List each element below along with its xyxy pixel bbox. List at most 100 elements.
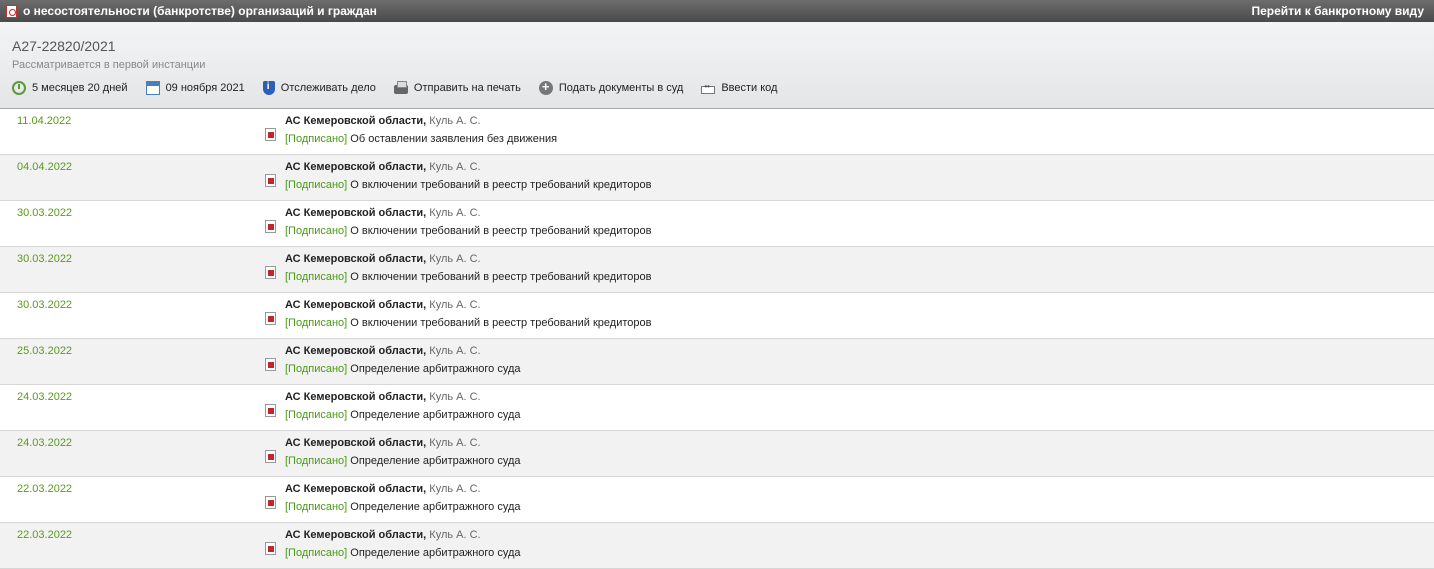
judge-name: Куль А. С.: [426, 529, 481, 541]
document-title: Определение арбитражного суда: [347, 363, 521, 375]
print-button[interactable]: Отправить на печать: [393, 81, 521, 94]
document-title: О включении требований в реестр требован…: [347, 179, 652, 191]
case-type-icon: [6, 4, 17, 18]
document-link[interactable]: [Подписано] Определение арбитражного суд…: [285, 409, 521, 421]
pdf-icon[interactable]: [265, 404, 276, 417]
case-number: А27-22820/2021: [12, 38, 116, 54]
document-date: 04.04.2022: [17, 161, 73, 173]
pdf-icon[interactable]: [265, 220, 276, 233]
document-author: АС Кемеровской области, Куль А. С.: [285, 437, 481, 449]
documents-list: 11.04.2022 АС Кемеровской области, Куль …: [0, 109, 1434, 569]
signed-badge: [Подписано]: [285, 317, 348, 329]
shield-icon: [262, 81, 275, 95]
pdf-icon[interactable]: [265, 542, 276, 555]
document-author: АС Кемеровской области, Куль А. С.: [285, 115, 481, 127]
document-row: 11.04.2022 АС Кемеровской области, Куль …: [0, 109, 1434, 155]
document-author: АС Кемеровской области, Куль А. С.: [285, 391, 481, 403]
document-date: 30.03.2022: [17, 253, 73, 265]
bankruptcy-view-link[interactable]: Перейти к банкротному виду: [1251, 4, 1424, 18]
document-date: 30.03.2022: [17, 299, 73, 311]
pdf-icon[interactable]: [265, 174, 276, 187]
signed-badge: [Подписано]: [285, 271, 348, 283]
signed-badge: [Подписано]: [285, 409, 348, 421]
court-name: АС Кемеровской области,: [285, 345, 427, 357]
document-row: 24.03.2022 АС Кемеровской области, Куль …: [0, 431, 1434, 477]
enter-code-button[interactable]: Ввести код: [701, 82, 777, 94]
document-link[interactable]: [Подписано] Определение арбитражного суд…: [285, 501, 521, 513]
document-link[interactable]: [Подписано] Определение арбитражного суд…: [285, 547, 521, 559]
document-link[interactable]: [Подписано] О включении требований в рее…: [285, 317, 651, 329]
hearing-date-label: 09 ноября 2021: [165, 82, 245, 94]
document-date: 24.03.2022: [17, 391, 73, 403]
pdf-icon[interactable]: [265, 312, 276, 325]
document-link[interactable]: [Подписано] О включении требований в рее…: [285, 225, 651, 237]
document-author: АС Кемеровской области, Куль А. С.: [285, 207, 481, 219]
document-link[interactable]: [Подписано] О включении требований в рее…: [285, 271, 651, 283]
case-toolbar: 5 месяцев 20 дней 09 ноября 2021 Отслежи…: [12, 79, 1434, 95]
print-label: Отправить на печать: [413, 82, 521, 94]
document-date: 11.04.2022: [17, 115, 72, 127]
calendar-icon: [145, 81, 160, 95]
track-case-label: Отслеживать дело: [280, 82, 376, 94]
document-title: Определение арбитражного суда: [347, 547, 521, 559]
enter-code-label: Ввести код: [721, 82, 778, 94]
judge-name: Куль А. С.: [426, 207, 481, 219]
court-name: АС Кемеровской области,: [285, 437, 427, 449]
court-name: АС Кемеровской области,: [285, 391, 427, 403]
court-name: АС Кемеровской области,: [285, 253, 427, 265]
pdf-icon[interactable]: [265, 358, 276, 371]
document-link[interactable]: [Подписано] О включении требований в рее…: [285, 179, 651, 191]
court-name: АС Кемеровской области,: [285, 299, 427, 311]
duration-info: 5 месяцев 20 дней: [12, 81, 128, 95]
signed-badge: [Подписано]: [285, 225, 348, 237]
judge-name: Куль А. С.: [426, 253, 481, 265]
document-row: 30.03.2022 АС Кемеровской области, Куль …: [0, 293, 1434, 339]
document-author: АС Кемеровской области, Куль А. С.: [285, 529, 481, 541]
court-name: АС Кемеровской области,: [285, 483, 427, 495]
judge-name: Куль А. С.: [426, 391, 481, 403]
document-author: АС Кемеровской области, Куль А. С.: [285, 299, 481, 311]
judge-name: Куль А. С.: [426, 345, 481, 357]
document-title: Об оставлении заявления без движения: [347, 133, 558, 145]
document-title: Определение арбитражного суда: [347, 501, 521, 513]
judge-name: Куль А. С.: [426, 437, 481, 449]
court-name: АС Кемеровской области,: [285, 207, 427, 219]
judge-name: Куль А. С.: [426, 483, 481, 495]
document-row: 24.03.2022 АС Кемеровской области, Куль …: [0, 385, 1434, 431]
document-date: 24.03.2022: [17, 437, 73, 449]
pdf-icon[interactable]: [265, 496, 276, 509]
document-author: АС Кемеровской области, Куль А. С.: [285, 253, 481, 265]
document-title: О включении требований в реестр требован…: [347, 317, 652, 329]
court-name: АС Кемеровской области,: [285, 529, 427, 541]
printer-icon: [393, 81, 408, 94]
pdf-icon[interactable]: [265, 266, 276, 279]
judge-name: Куль А. С.: [426, 299, 481, 311]
keyboard-icon: [701, 82, 716, 94]
submit-documents-button[interactable]: Подать документы в суд: [538, 79, 683, 95]
document-author: АС Кемеровской области, Куль А. С.: [285, 161, 481, 173]
document-link[interactable]: [Подписано] Об оставлении заявления без …: [285, 133, 557, 145]
document-row: 22.03.2022 АС Кемеровской области, Куль …: [0, 477, 1434, 523]
document-row: 04.04.2022 АС Кемеровской области, Куль …: [0, 155, 1434, 201]
clock-icon: [12, 81, 26, 95]
case-header: А27-22820/2021 Рассматривается в первой …: [0, 22, 1434, 109]
document-author: АС Кемеровской области, Куль А. С.: [285, 345, 481, 357]
court-name: АС Кемеровской области,: [285, 115, 427, 127]
document-author: АС Кемеровской области, Куль А. С.: [285, 483, 481, 495]
case-status: Рассматривается в первой инстанции: [12, 59, 206, 71]
case-type: о несостоятельности (банкротстве) органи…: [6, 4, 377, 18]
signed-badge: [Подписано]: [285, 363, 348, 375]
document-link[interactable]: [Подписано] Определение арбитражного суд…: [285, 363, 521, 375]
document-date: 25.03.2022: [17, 345, 73, 357]
pdf-icon[interactable]: [265, 450, 276, 463]
document-date: 30.03.2022: [17, 207, 73, 219]
document-title: Определение арбитражного суда: [347, 409, 521, 421]
plus-circle-icon: [538, 79, 553, 95]
document-date: 22.03.2022: [17, 529, 73, 541]
document-row: 30.03.2022 АС Кемеровской области, Куль …: [0, 247, 1434, 293]
track-case-button[interactable]: Отслеживать дело: [262, 81, 376, 95]
document-link[interactable]: [Подписано] Определение арбитражного суд…: [285, 455, 521, 467]
document-title: О включении требований в реестр требован…: [347, 271, 652, 283]
document-row: 25.03.2022 АС Кемеровской области, Куль …: [0, 339, 1434, 385]
pdf-icon[interactable]: [265, 128, 276, 141]
